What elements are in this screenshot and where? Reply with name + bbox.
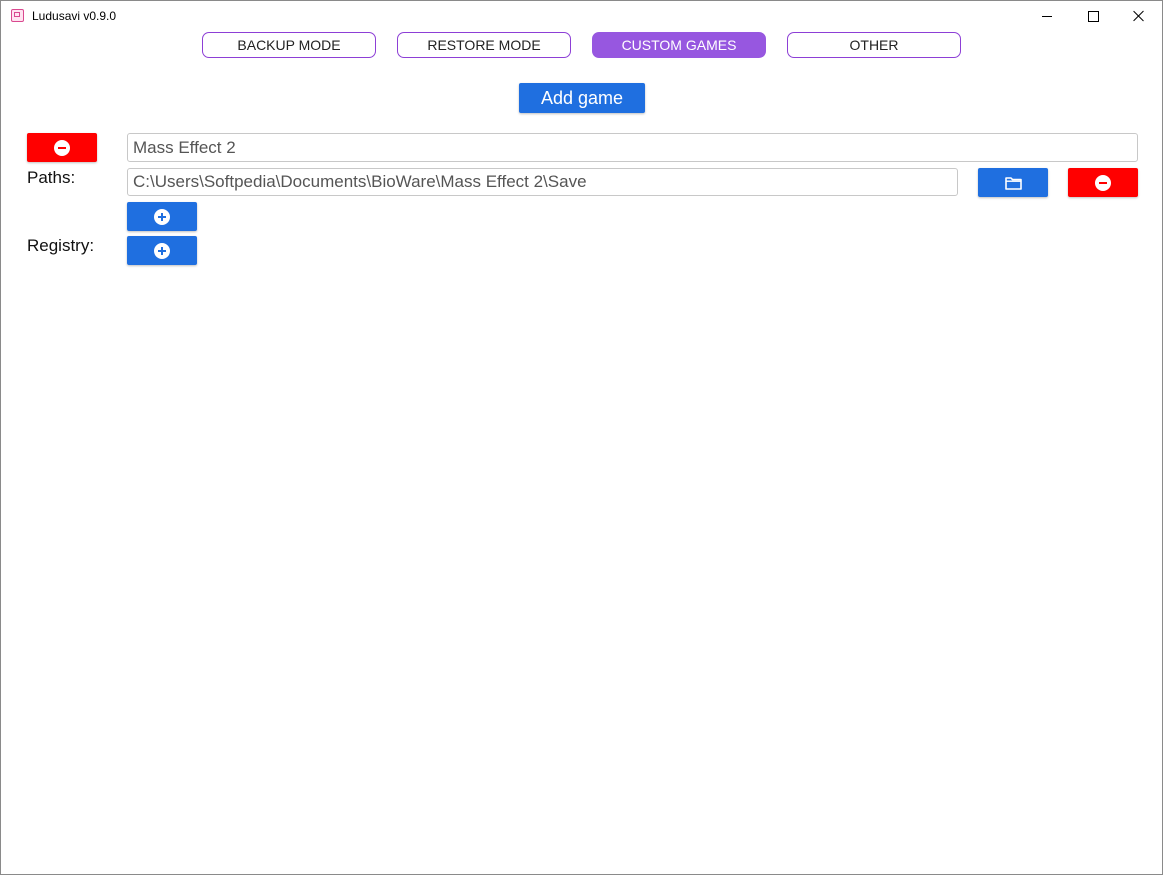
registry-label: Registry: — [27, 236, 95, 255]
minimize-button[interactable] — [1024, 1, 1070, 31]
folder-icon — [1004, 176, 1022, 190]
maximize-icon — [1087, 10, 1099, 22]
paths-label: Paths: — [27, 168, 76, 187]
ludusavi-app-icon — [11, 9, 24, 22]
minus-circle-icon — [1095, 174, 1111, 191]
browse-folder-button[interactable] — [978, 168, 1048, 197]
plus-circle-icon — [154, 242, 170, 259]
tab-other[interactable]: OTHER — [787, 32, 961, 58]
minimize-icon — [1042, 15, 1052, 17]
tab-custom-games[interactable]: CUSTOM GAMES — [592, 32, 766, 58]
title-bar: Ludusavi v0.9.0 — [1, 1, 1162, 31]
plus-circle-icon — [154, 208, 170, 225]
close-icon — [1133, 10, 1145, 22]
add-path-button[interactable] — [127, 202, 197, 231]
path-input[interactable] — [127, 168, 958, 196]
add-game-button[interactable]: Add game — [519, 83, 645, 113]
tab-restore-mode[interactable]: RESTORE MODE — [397, 32, 571, 58]
maximize-button[interactable] — [1070, 1, 1116, 31]
app-window: Ludusavi v0.9.0 BACKUP MODE RESTORE MODE… — [0, 0, 1163, 875]
close-button[interactable] — [1116, 1, 1162, 31]
add-registry-button[interactable] — [127, 236, 197, 265]
remove-game-button[interactable] — [27, 133, 97, 162]
minus-circle-icon — [54, 139, 70, 156]
tab-backup-mode[interactable]: BACKUP MODE — [202, 32, 376, 58]
remove-path-button[interactable] — [1068, 168, 1138, 197]
game-name-input[interactable] — [127, 133, 1138, 162]
window-title: Ludusavi v0.9.0 — [32, 9, 117, 23]
